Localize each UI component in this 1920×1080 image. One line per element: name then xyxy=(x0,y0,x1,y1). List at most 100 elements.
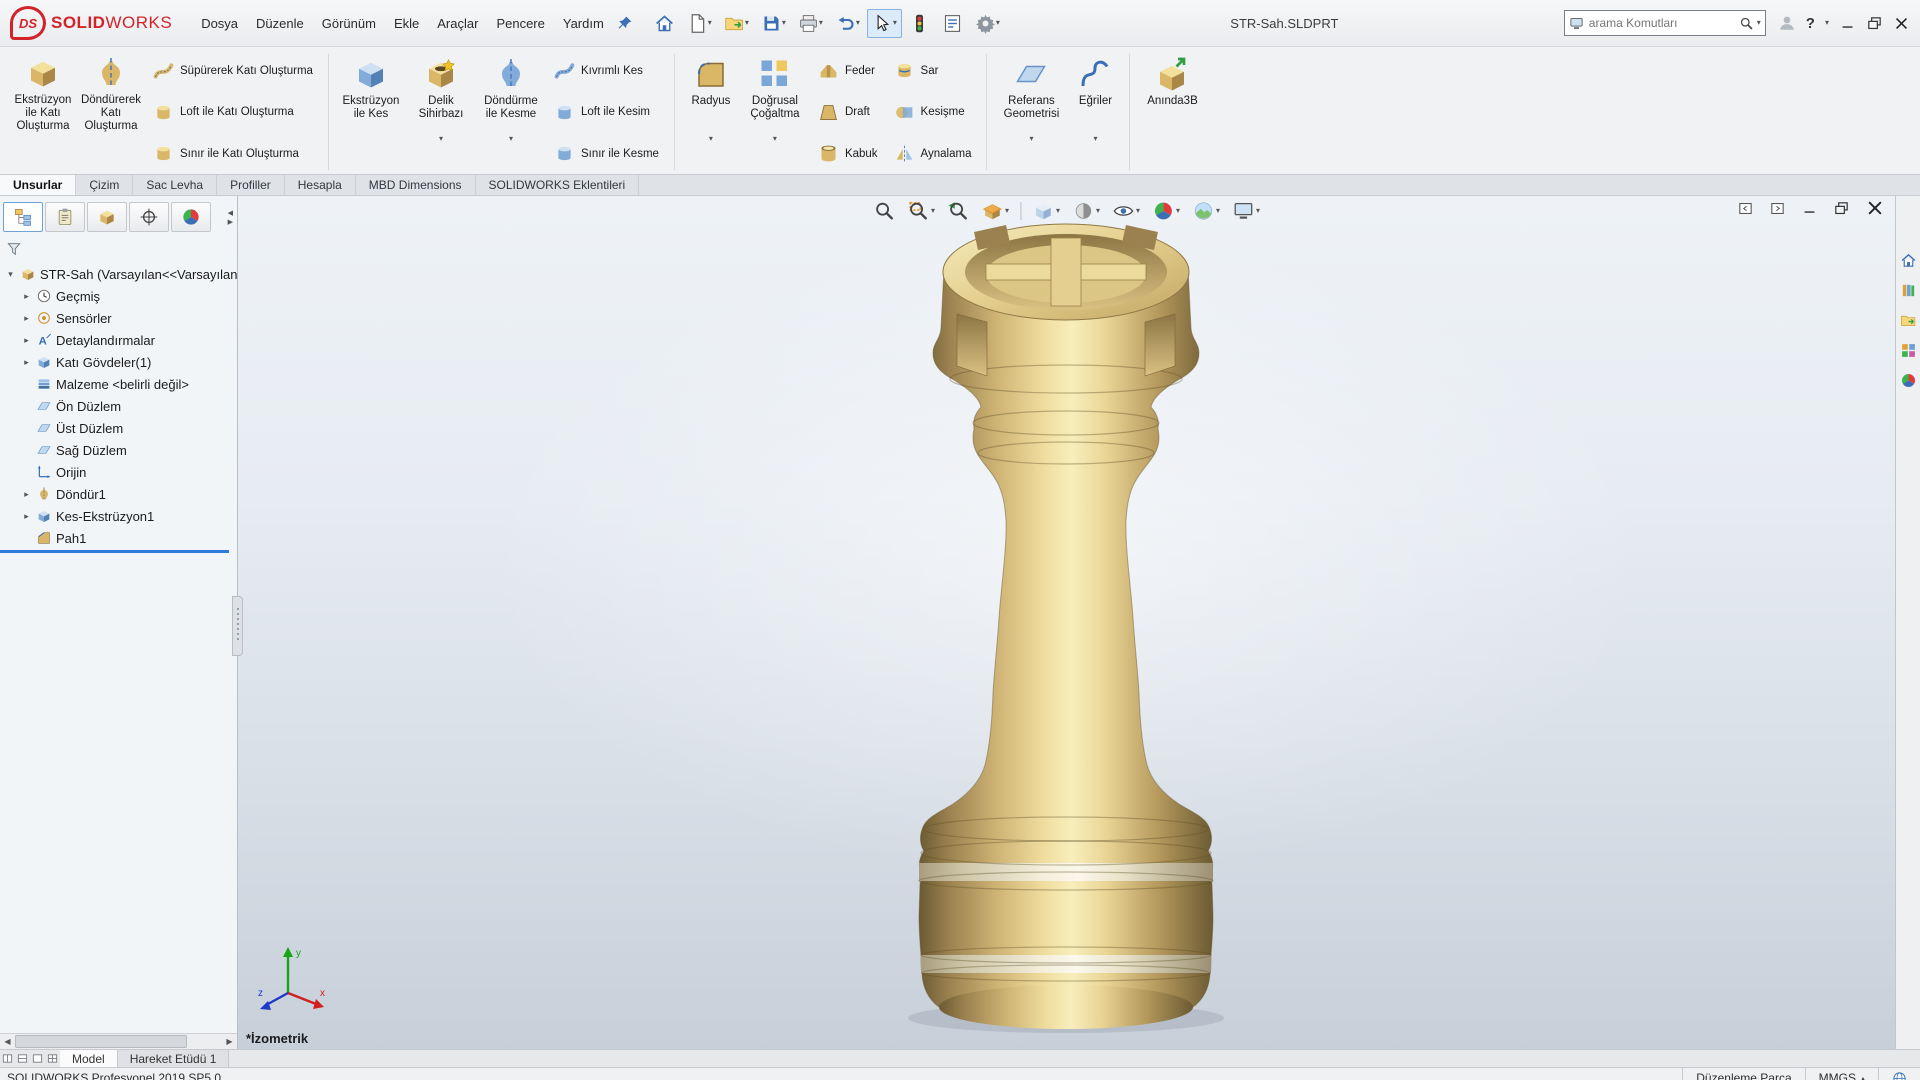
select-tool-button[interactable]: ▾ xyxy=(867,9,902,38)
tab-profiller[interactable]: Profiller xyxy=(217,175,285,195)
menu-duzenle[interactable]: Düzenle xyxy=(247,11,313,36)
help-caret-icon[interactable]: ▾ xyxy=(1825,19,1829,27)
help-button[interactable]: ? xyxy=(1806,15,1815,32)
tab-sac-levha[interactable]: Sac Levha xyxy=(133,175,217,195)
expand-arrow-icon[interactable]: ▾ xyxy=(5,269,16,280)
tree-item-root[interactable]: ▾STR-Sah (Varsayılan<<Varsayılan>_Gö xyxy=(0,263,237,285)
sweep-cut-button[interactable]: Kıvrımlı Kes xyxy=(546,56,667,85)
view-settings-button[interactable]: ▾ xyxy=(1231,199,1261,223)
home-button[interactable] xyxy=(649,9,680,38)
tab-configuration-manager[interactable] xyxy=(87,202,127,232)
search-icon[interactable] xyxy=(1739,16,1754,31)
graphics-viewport[interactable]: ▾ ▾ ▾ ▾ ▾ ▾ ▾ ▾ xyxy=(238,196,1895,1049)
tab-cizim[interactable]: Çizim xyxy=(76,175,133,195)
menu-gorunum[interactable]: Görünüm xyxy=(313,11,385,36)
filter-funnel-icon[interactable] xyxy=(6,241,22,257)
reference-geometry-button[interactable]: Referans Geometrisi▾ xyxy=(994,52,1068,147)
tab-unsurlar[interactable]: Unsurlar xyxy=(0,175,76,195)
restore-button[interactable] xyxy=(1866,15,1883,32)
minimize-button[interactable] xyxy=(1839,15,1856,32)
flyout-caret-icon[interactable]: ▾ xyxy=(773,135,777,143)
revolve-cut-button[interactable]: Döndürme ile Kesme▾ xyxy=(476,52,546,147)
loft-boss-button[interactable]: Loft ile Katı Oluşturma xyxy=(145,98,321,127)
extrude-cut-button[interactable]: Ekstrüzyon ile Kes xyxy=(336,52,406,139)
intersect-button[interactable]: Kesişme xyxy=(886,98,980,127)
zoom-fit-button[interactable] xyxy=(872,199,896,223)
open-button[interactable]: ▾ xyxy=(719,9,754,38)
split-view-icon[interactable] xyxy=(0,1050,15,1067)
split-view-icon[interactable] xyxy=(45,1050,60,1067)
mirror-button[interactable]: Aynalama xyxy=(886,139,980,168)
search-input[interactable] xyxy=(1587,15,1736,31)
tab-motion-study[interactable]: Hareket Etüdü 1 xyxy=(118,1050,230,1067)
wrap-button[interactable]: Sar xyxy=(886,56,980,85)
apply-scene-button[interactable]: ▾ xyxy=(1191,199,1221,223)
expand-arrow-icon[interactable]: ▸ xyxy=(21,489,32,500)
tree-item-sag-duzlem[interactable]: Sağ Düzlem xyxy=(0,439,237,461)
boundary-boss-button[interactable]: Sınır ile Katı Oluşturma xyxy=(145,139,321,168)
display-style-button[interactable]: ▾ xyxy=(1071,199,1101,223)
unit-system-selector[interactable]: MMGS▴ xyxy=(1805,1068,1878,1080)
menu-dosya[interactable]: Dosya xyxy=(192,11,247,36)
scroll-track[interactable] xyxy=(15,1034,222,1049)
scroll-right-icon[interactable]: ▶ xyxy=(222,1037,237,1046)
linear-pattern-button[interactable]: Doğrusal Çoğaltma▾ xyxy=(740,52,810,147)
status-globe[interactable] xyxy=(1878,1068,1920,1080)
model-rook[interactable] xyxy=(861,216,1271,1046)
menu-yardim[interactable]: Yardım xyxy=(554,11,613,36)
tab-mbd-dimensions[interactable]: MBD Dimensions xyxy=(356,175,476,195)
flyout-caret-icon[interactable]: ▾ xyxy=(1093,135,1097,143)
tab-display-manager[interactable] xyxy=(171,202,211,232)
window-next-button[interactable] xyxy=(1769,200,1786,217)
expand-arrow-icon[interactable]: ▸ xyxy=(21,335,32,346)
search-dropdown-caret-icon[interactable]: ▾ xyxy=(1757,19,1761,27)
print-button[interactable]: ▾ xyxy=(793,9,828,38)
tree-item-pah1[interactable]: Pah1 xyxy=(0,527,237,549)
tree-item-ust-duzlem[interactable]: Üst Düzlem xyxy=(0,417,237,439)
curves-button[interactable]: Eğriler▾ xyxy=(1068,52,1122,147)
tab-hesapla[interactable]: Hesapla xyxy=(285,175,356,195)
menu-ekle[interactable]: Ekle xyxy=(385,11,428,36)
flyout-caret-icon[interactable]: ▾ xyxy=(509,135,513,143)
panel-horizontal-scrollbar[interactable]: ◀ ▶ xyxy=(0,1033,237,1049)
window-previous-button[interactable] xyxy=(1737,200,1754,217)
revolve-boss-button[interactable]: Döndürerek Katı Oluşturma xyxy=(77,52,145,137)
view-palette-icon[interactable] xyxy=(1900,342,1917,359)
tree-item-gecmis[interactable]: ▸Geçmiş xyxy=(0,285,237,307)
resources-home-icon[interactable] xyxy=(1900,252,1917,269)
panel-splitter-handle[interactable] xyxy=(232,596,243,656)
previous-view-button[interactable] xyxy=(946,199,970,223)
tab-solidworks-eklentileri[interactable]: SOLIDWORKS Eklentileri xyxy=(476,175,640,195)
tree-item-detaylandirmalar[interactable]: ▸Detaylandırmalar xyxy=(0,329,237,351)
fm-tab-scroll-right-icon[interactable]: ▶ xyxy=(228,218,233,226)
tab-property-manager[interactable] xyxy=(45,202,85,232)
design-library-icon[interactable] xyxy=(1900,282,1917,299)
zoom-area-button[interactable]: ▾ xyxy=(906,199,936,223)
new-document-button[interactable]: ▾ xyxy=(682,9,717,38)
edit-appearance-button[interactable]: ▾ xyxy=(1151,199,1181,223)
tree-item-dondur1[interactable]: ▸Döndür1 xyxy=(0,483,237,505)
scroll-thumb[interactable] xyxy=(15,1035,187,1048)
fillet-button[interactable]: Radyus▾ xyxy=(682,52,740,147)
appearances-icon[interactable] xyxy=(1900,372,1917,389)
tree-item-malzeme[interactable]: Malzeme <belirli değil> xyxy=(0,373,237,395)
close-button[interactable] xyxy=(1893,15,1910,32)
hide-show-items-button[interactable]: ▾ xyxy=(1111,199,1141,223)
extrude-boss-button[interactable]: Ekstrüzyon ile Katı Oluşturma xyxy=(9,52,77,137)
sweep-boss-button[interactable]: Süpürerek Katı Oluşturma xyxy=(145,56,321,85)
search-scope-icon[interactable] xyxy=(1569,16,1584,31)
tab-feature-tree[interactable] xyxy=(3,202,43,232)
menu-pencere[interactable]: Pencere xyxy=(487,11,553,36)
split-view-icon[interactable] xyxy=(15,1050,30,1067)
loft-cut-button[interactable]: Loft ile Kesim xyxy=(546,98,667,127)
expand-arrow-icon[interactable]: ▸ xyxy=(21,313,32,324)
tab-model[interactable]: Model xyxy=(60,1050,118,1067)
shell-button[interactable]: Kabuk xyxy=(810,139,886,168)
rib-button[interactable]: Feder xyxy=(810,56,886,85)
tree-item-sensorler[interactable]: ▸Sensörler xyxy=(0,307,237,329)
rebuild-button[interactable] xyxy=(904,9,935,38)
draft-button[interactable]: Draft xyxy=(810,98,886,127)
flyout-caret-icon[interactable]: ▾ xyxy=(1029,135,1033,143)
tree-item-kati-govdeler[interactable]: ▸Katı Gövdeler(1) xyxy=(0,351,237,373)
expand-arrow-icon[interactable]: ▸ xyxy=(21,511,32,522)
